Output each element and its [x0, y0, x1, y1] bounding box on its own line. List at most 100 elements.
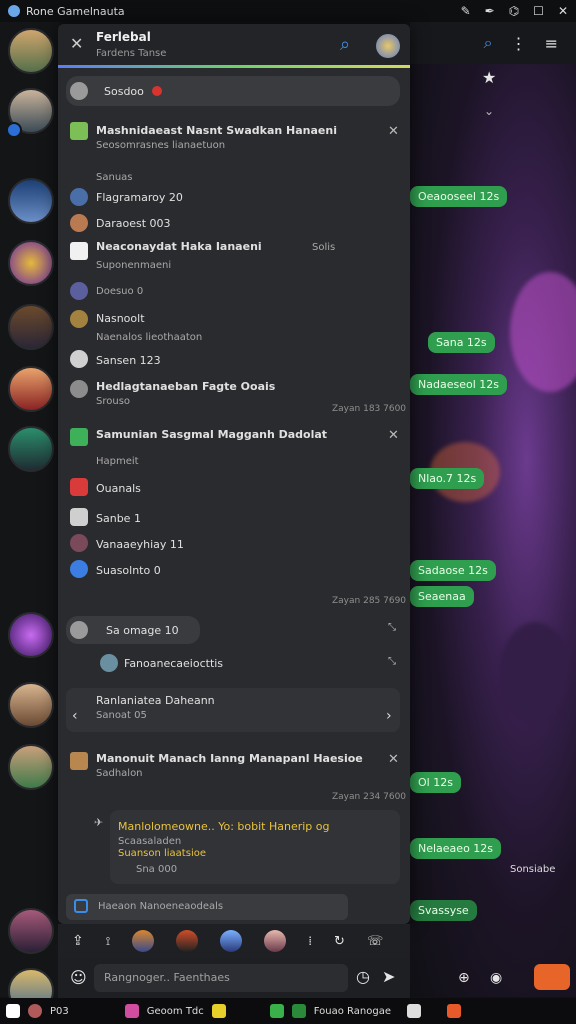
- search-chip-label: Sosdoo: [104, 85, 144, 98]
- wifi-icon: ⌬: [508, 4, 520, 18]
- item-label: Flagramaroy 20: [96, 191, 183, 204]
- collapse-icon[interactable]: ⤡: [388, 622, 396, 633]
- back-icon[interactable]: ✕: [70, 34, 83, 53]
- avatar: [70, 478, 88, 496]
- avatar: [70, 428, 88, 446]
- item-label: Daraoest 003: [96, 217, 171, 230]
- pin-icon[interactable]: ✒: [485, 4, 495, 18]
- app-icon[interactable]: [6, 1004, 20, 1018]
- avatar[interactable]: [8, 744, 54, 790]
- avatar[interactable]: [264, 930, 287, 952]
- share-icon[interactable]: ⇪: [72, 933, 84, 949]
- search-icon[interactable]: ⌕: [340, 34, 350, 55]
- quoted-title: Manlolomeowne.. Yo: bobit Hanerip og: [118, 820, 330, 833]
- app-icon[interactable]: [269, 1004, 284, 1018]
- chat-bubble: Seaenaa: [410, 586, 474, 607]
- refresh-icon[interactable]: ↻: [334, 934, 345, 949]
- chat-label: Sonsiabe: [510, 864, 556, 875]
- avatar[interactable]: [8, 366, 54, 412]
- send-icon[interactable]: ➤: [382, 967, 395, 986]
- avatar[interactable]: [132, 930, 155, 952]
- item-label: Nasnoolt: [96, 312, 145, 325]
- avatar[interactable]: [8, 612, 54, 658]
- app-icon[interactable]: [447, 1004, 461, 1018]
- item-subtitle: Naenalos lieothaaton: [96, 332, 203, 343]
- chevron-left-icon[interactable]: ‹: [72, 708, 78, 724]
- close-icon[interactable]: ✕: [388, 428, 399, 443]
- avatar[interactable]: [8, 426, 54, 472]
- avatar[interactable]: [8, 682, 54, 728]
- header-accent-line: [58, 65, 410, 68]
- more-icon[interactable]: ⋮: [511, 34, 527, 53]
- send-button[interactable]: [534, 964, 570, 990]
- item-label: Doesuo 0: [96, 286, 144, 297]
- pin-icon: ✈: [94, 816, 104, 829]
- avatar: [70, 380, 88, 398]
- quoted-sub: Suanson liaatsioe: [118, 848, 206, 859]
- chevron-down-icon[interactable]: ⌄: [484, 104, 494, 118]
- dot-icon: [152, 86, 162, 96]
- window-title: Rone Gamelnauta: [26, 4, 125, 18]
- close-icon[interactable]: ✕: [558, 4, 568, 18]
- section-label: Sanuas: [96, 172, 133, 183]
- chat-bubble: Sadaose 12s: [410, 560, 496, 581]
- item-subtitle: Srouso: [96, 396, 131, 407]
- taskbar: P03 Geoom Tdc Fouao Ranogae: [0, 998, 576, 1024]
- panel-toolbar: ⇪ ⟟ ⁞ ↻ ☏: [58, 924, 410, 958]
- chat-bubble: Nlao.7 12s: [410, 468, 485, 489]
- chat-bubble: Ol 12s: [410, 772, 461, 793]
- app-icon: [8, 5, 20, 17]
- app-icon[interactable]: [124, 1004, 139, 1018]
- item-label: Ouanals: [96, 482, 141, 495]
- avatar[interactable]: [376, 34, 400, 58]
- emoji-icon[interactable]: ☺: [70, 968, 87, 987]
- chat-bubble: Nelaeaeo 12s: [410, 838, 502, 859]
- star-icon[interactable]: ★: [482, 68, 496, 87]
- quoted-sub: Scaasaladen: [118, 836, 182, 847]
- taskbar-label[interactable]: Geoom Tdc: [147, 1006, 204, 1017]
- avatar[interactable]: [8, 908, 54, 954]
- app-icon[interactable]: [291, 1004, 306, 1018]
- avatar[interactable]: [8, 178, 54, 224]
- pipe-icon: ⁞: [308, 934, 313, 948]
- restore-icon[interactable]: ☐: [533, 4, 544, 18]
- mic-icon[interactable]: ◉: [490, 970, 502, 986]
- taskbar-label[interactable]: P03: [50, 1006, 69, 1017]
- timestamp: Zayan 183 7600: [332, 404, 407, 414]
- timestamp: Zayan 234 7600: [332, 792, 407, 802]
- avatar[interactable]: [28, 1004, 42, 1018]
- taskbar-label[interactable]: Fouao Ranogae: [314, 1006, 391, 1017]
- avatar: [70, 350, 88, 368]
- avatar[interactable]: [8, 28, 54, 74]
- group-chip-label: Sa omage 10: [106, 624, 179, 637]
- avatar[interactable]: [220, 930, 243, 952]
- avatar[interactable]: [8, 240, 54, 286]
- avatar: [70, 188, 88, 206]
- avatar: [70, 214, 88, 232]
- close-icon[interactable]: ✕: [388, 124, 399, 139]
- avatar[interactable]: [8, 304, 54, 350]
- app-icon[interactable]: [407, 1004, 421, 1018]
- search-icon[interactable]: ⌕: [484, 33, 493, 53]
- thread-subtitle: Sanoat 05: [96, 710, 147, 721]
- attach-icon[interactable]: ⊕: [458, 970, 470, 986]
- avatar[interactable]: [176, 930, 199, 952]
- collapse-icon[interactable]: ⤡: [388, 656, 396, 667]
- item-subtitle: Hapmeit: [96, 456, 139, 467]
- chat-bubble: Nadaeseol 12s: [410, 374, 507, 395]
- panel-header: ✕ Ferlebal Fardens Tanse ⌕: [58, 24, 410, 68]
- close-icon[interactable]: ✕: [388, 752, 399, 767]
- item-extra: Solis: [312, 242, 336, 253]
- reply-input-text: Haeaon Nanoeneaodeals: [98, 901, 224, 912]
- phone-icon[interactable]: ☏: [367, 934, 383, 949]
- chevron-right-icon[interactable]: ›: [386, 708, 392, 724]
- tag-icon[interactable]: ⟟: [106, 934, 110, 949]
- clock-icon[interactable]: ◷: [356, 967, 370, 986]
- thread-title: Ranlaniatea Daheann: [96, 694, 215, 707]
- item-title: Manonuit Manach Ianng Manapanl Haesioe: [96, 752, 363, 765]
- menu-icon[interactable]: ≡: [545, 34, 558, 53]
- app-icon[interactable]: [211, 1004, 226, 1018]
- pen-icon[interactable]: ✎: [461, 4, 471, 18]
- chat-bubble: Svassyse: [410, 900, 477, 921]
- avatar: [70, 82, 88, 100]
